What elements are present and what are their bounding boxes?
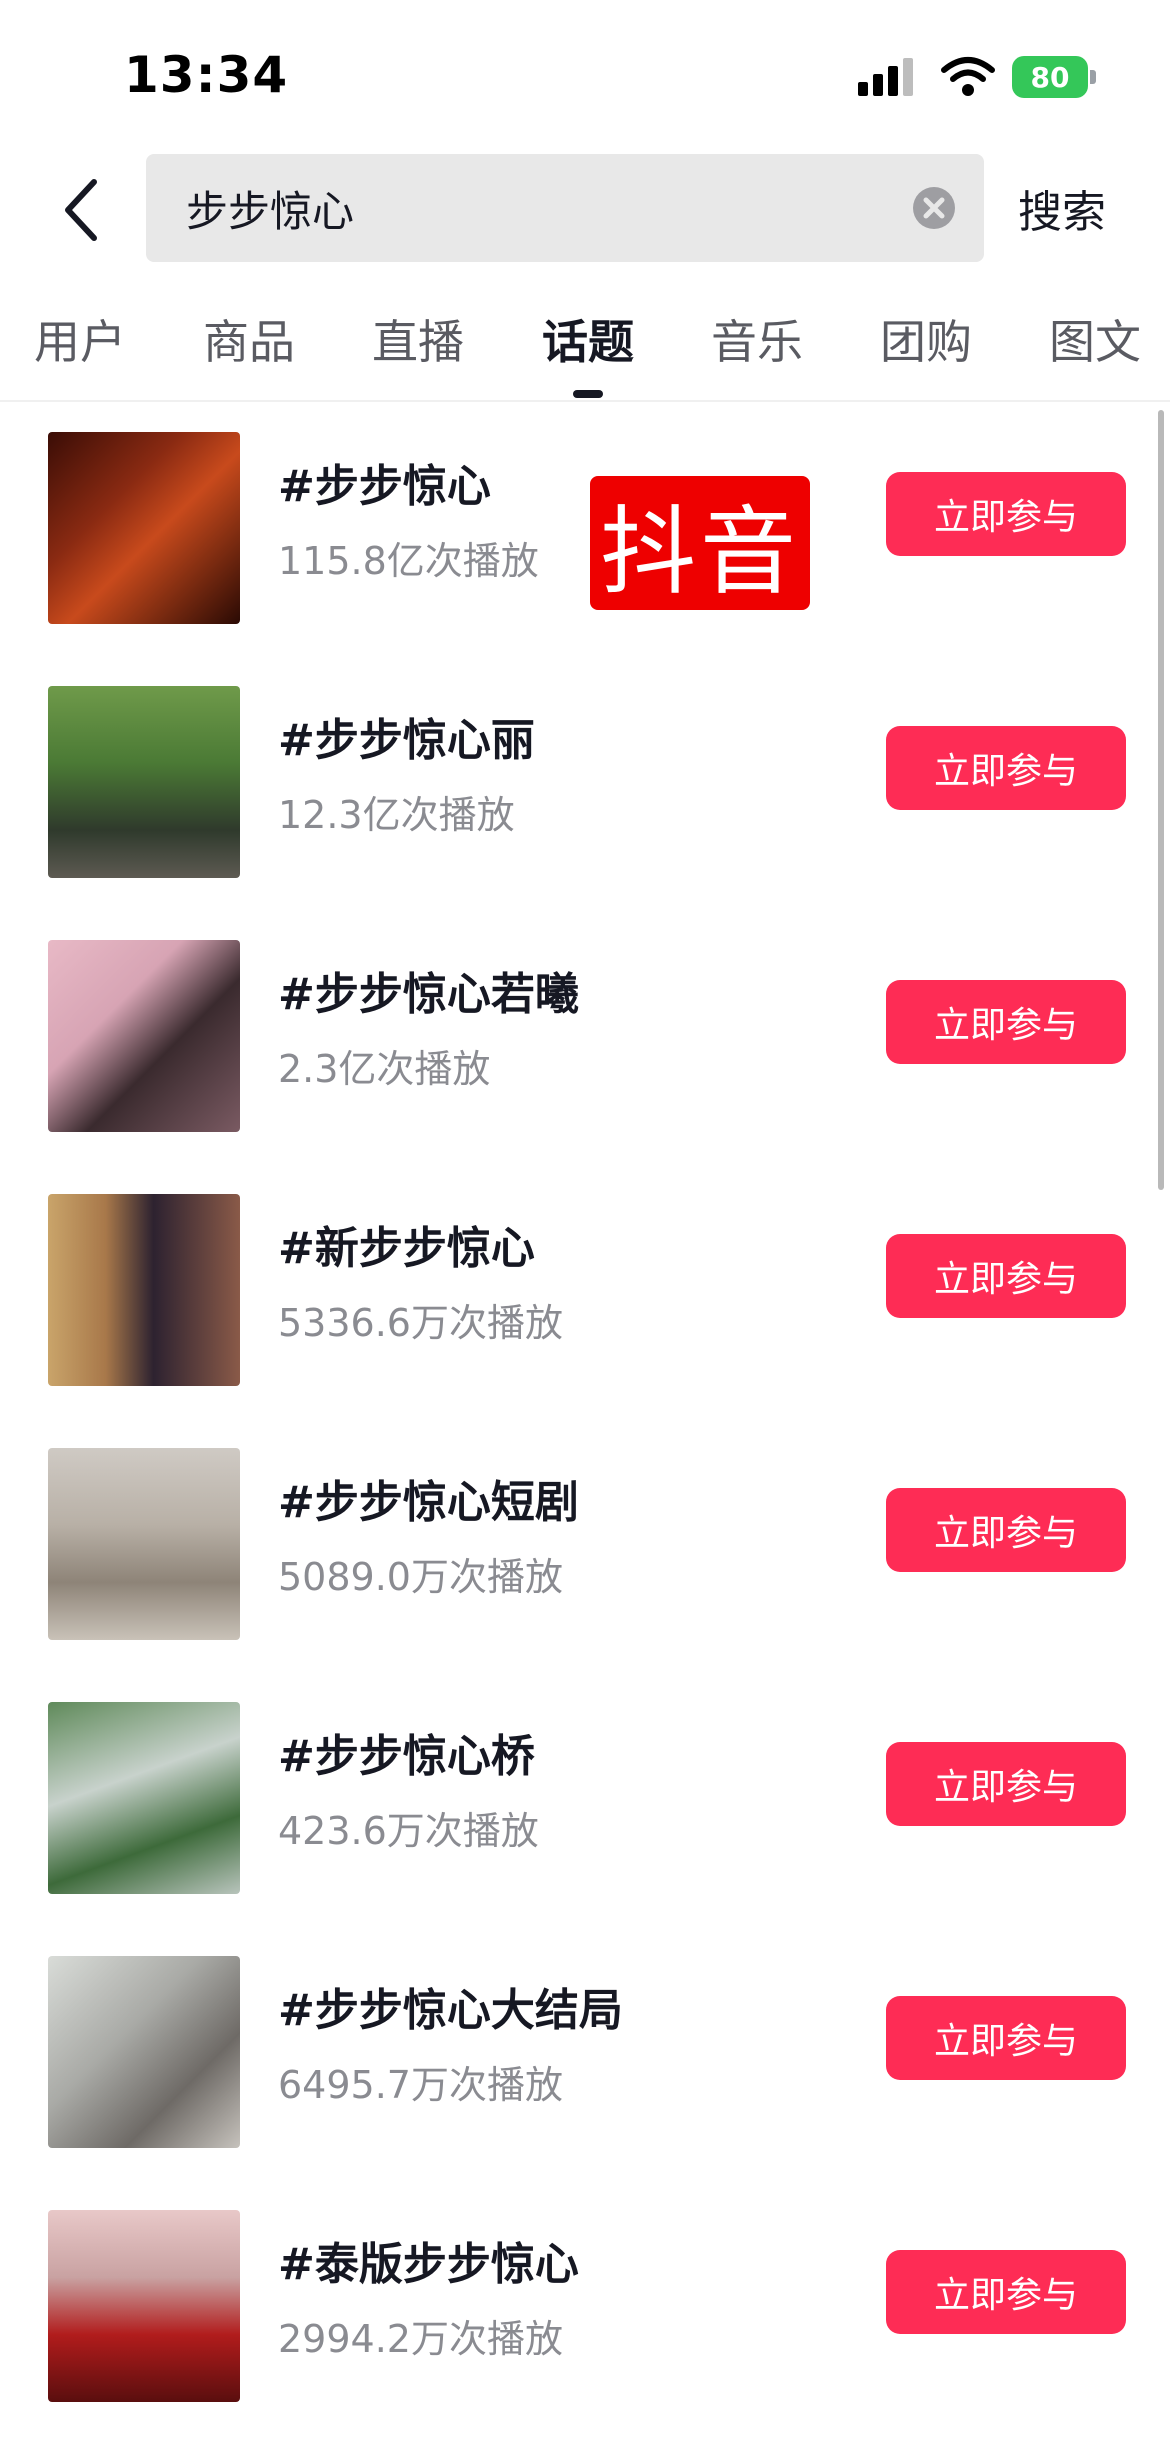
topic-row[interactable]: #步步惊心大结局 6495.7万次播放 立即参与 <box>0 1934 1150 2188</box>
battery-level: 80 <box>1012 56 1088 98</box>
cellular-signal-icon <box>858 58 913 96</box>
battery-cap <box>1090 70 1096 84</box>
chevron-left-icon <box>65 179 97 241</box>
join-button[interactable]: 立即参与 <box>886 472 1126 556</box>
topic-row[interactable]: #泰版步步惊心 2994.2万次播放 立即参与 <box>0 2188 1150 2442</box>
tab-products[interactable]: 商品 <box>203 306 295 372</box>
status-time: 13:34 <box>124 46 289 104</box>
topic-row[interactable]: #步步惊心 115.8亿次播放 立即参与 <box>0 410 1150 664</box>
topic-row[interactable]: #步步惊心若曦 2.3亿次播放 立即参与 <box>0 918 1150 1172</box>
topic-row[interactable]: #新步步惊心 5336.6万次播放 立即参与 <box>0 1172 1150 1426</box>
douyin-logo: 抖音 <box>590 476 810 610</box>
join-button[interactable]: 立即参与 <box>886 1488 1126 1572</box>
tab-topics[interactable]: 话题 <box>542 306 634 372</box>
clear-icon[interactable] <box>912 186 956 230</box>
topic-thumbnail <box>48 432 240 624</box>
tab-music[interactable]: 音乐 <box>711 306 803 372</box>
status-bar: 13:34 80 <box>0 0 1170 140</box>
tab-live[interactable]: 直播 <box>372 306 464 372</box>
topic-plays: 2.3亿次播放 <box>278 1047 491 1091</box>
join-button[interactable]: 立即参与 <box>886 1996 1126 2080</box>
topic-title: #泰版步步惊心 <box>278 2239 579 2290</box>
topic-title: #步步惊心若曦 <box>278 969 579 1020</box>
battery-icon: 80 <box>1012 56 1096 98</box>
topic-title: #步步惊心 <box>278 461 491 512</box>
topic-plays: 5089.0万次播放 <box>278 1555 563 1599</box>
wifi-icon <box>941 57 995 96</box>
topic-thumbnail <box>48 1194 240 1386</box>
search-button[interactable]: 搜索 <box>1018 168 1106 248</box>
join-button[interactable]: 立即参与 <box>886 2250 1126 2334</box>
join-button[interactable]: 立即参与 <box>886 726 1126 810</box>
join-button[interactable]: 立即参与 <box>886 1234 1126 1318</box>
topic-plays: 12.3亿次播放 <box>278 793 515 837</box>
topic-thumbnail <box>48 686 240 878</box>
topic-plays: 423.6万次播放 <box>278 1809 539 1853</box>
join-button[interactable]: 立即参与 <box>886 1742 1126 1826</box>
topic-plays: 2994.2万次播放 <box>278 2317 563 2361</box>
topic-thumbnail <box>48 1956 240 2148</box>
topic-row[interactable]: #步步惊心短剧 5089.0万次播放 立即参与 <box>0 1426 1150 1680</box>
tabs-divider <box>0 400 1170 402</box>
topic-thumbnail <box>48 1448 240 1640</box>
tab-group-buy[interactable]: 团购 <box>880 306 972 372</box>
topic-thumbnail <box>48 940 240 1132</box>
category-tabs: 用户 商品 直播 话题 音乐 团购 图文 <box>0 296 1170 400</box>
search-input[interactable] <box>186 154 886 262</box>
topic-title: #新步步惊心 <box>278 1223 535 1274</box>
topic-thumbnail <box>48 2210 240 2402</box>
topic-row[interactable]: #步步惊心桥 423.6万次播放 立即参与 <box>0 1680 1150 1934</box>
scrollbar[interactable] <box>1158 410 1164 1190</box>
topic-thumbnail <box>48 1702 240 1894</box>
topic-title: #步步惊心丽 <box>278 715 535 766</box>
topic-title: #步步惊心短剧 <box>278 1477 579 1528</box>
search-box[interactable] <box>146 154 984 262</box>
tab-image-text[interactable]: 图文 <box>1049 306 1141 372</box>
tab-users[interactable]: 用户 <box>34 306 126 372</box>
topic-title: #步步惊心桥 <box>278 1731 535 1782</box>
back-button[interactable] <box>50 170 110 250</box>
topic-row[interactable]: #步步惊心丽 12.3亿次播放 立即参与 <box>0 664 1150 918</box>
topic-plays: 6495.7万次播放 <box>278 2063 563 2107</box>
join-button[interactable]: 立即参与 <box>886 980 1126 1064</box>
topic-title: #步步惊心大结局 <box>278 1985 623 2036</box>
topic-plays: 115.8亿次播放 <box>278 539 539 583</box>
topic-plays: 5336.6万次播放 <box>278 1301 563 1345</box>
active-tab-indicator <box>573 390 603 398</box>
